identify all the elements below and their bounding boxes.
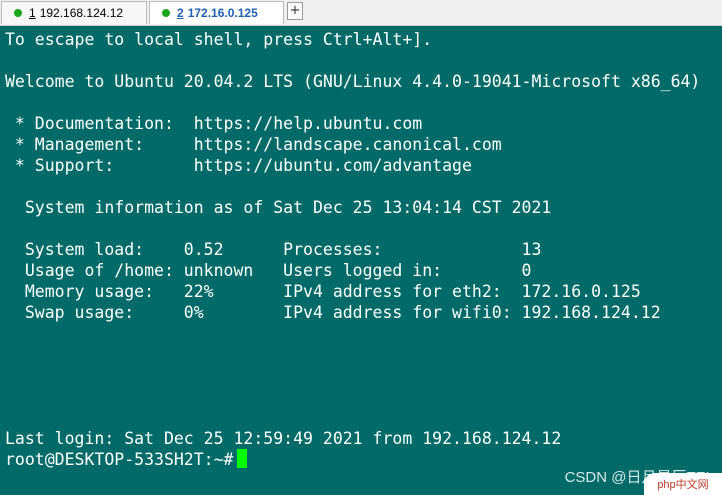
text-cursor (237, 449, 248, 468)
terminal-line: System load: 0.52 Processes: 13 (5, 240, 542, 259)
tab-bar: 1 192.168.124.12 2 172.16.0.125 + (0, 0, 722, 26)
terminal-line: Memory usage: 22% IPv4 address for eth2:… (5, 282, 641, 301)
shell-prompt: root@DESKTOP-533SH2T:~# (5, 450, 234, 469)
terminal-line: Usage of /home: unknown Users logged in:… (5, 261, 532, 280)
tab-number: 2 (177, 6, 184, 20)
php-logo: php中文网 (644, 473, 722, 495)
terminal-line: * Documentation: https://help.ubuntu.com (5, 114, 423, 133)
terminal-line: Swap usage: 0% IPv4 address for wifi0: 1… (5, 303, 661, 322)
terminal-line: Last login: Sat Dec 25 12:59:49 2021 fro… (5, 429, 562, 448)
tab-label: 192.168.124.12 (39, 6, 124, 20)
terminal-line: * Management: https://landscape.canonica… (5, 135, 502, 154)
connected-status-icon (14, 9, 22, 17)
tab-session-2[interactable]: 2 172.16.0.125 (149, 1, 284, 24)
logo-text: php中文网 (657, 479, 709, 491)
terminal-line: * Support: https://ubuntu.com/advantage (5, 156, 472, 175)
terminal-output[interactable]: To escape to local shell, press Ctrl+Alt… (0, 26, 722, 495)
tab-label: 172.16.0.125 (187, 6, 258, 20)
new-tab-button[interactable]: + (287, 2, 303, 20)
connected-status-icon (162, 9, 170, 17)
terminal-line: Welcome to Ubuntu 20.04.2 LTS (GNU/Linux… (5, 72, 701, 91)
tab-session-1[interactable]: 1 192.168.124.12 (1, 1, 147, 24)
terminal-line: To escape to local shell, press Ctrl+Alt… (5, 30, 433, 49)
terminal-line: System information as of Sat Dec 25 13:0… (5, 198, 552, 217)
tab-number: 1 (29, 6, 36, 20)
terminal-app-window: 1 192.168.124.12 2 172.16.0.125 + To esc… (0, 0, 722, 495)
shell-prompt-line[interactable]: root@DESKTOP-533SH2T:~# (5, 449, 248, 470)
